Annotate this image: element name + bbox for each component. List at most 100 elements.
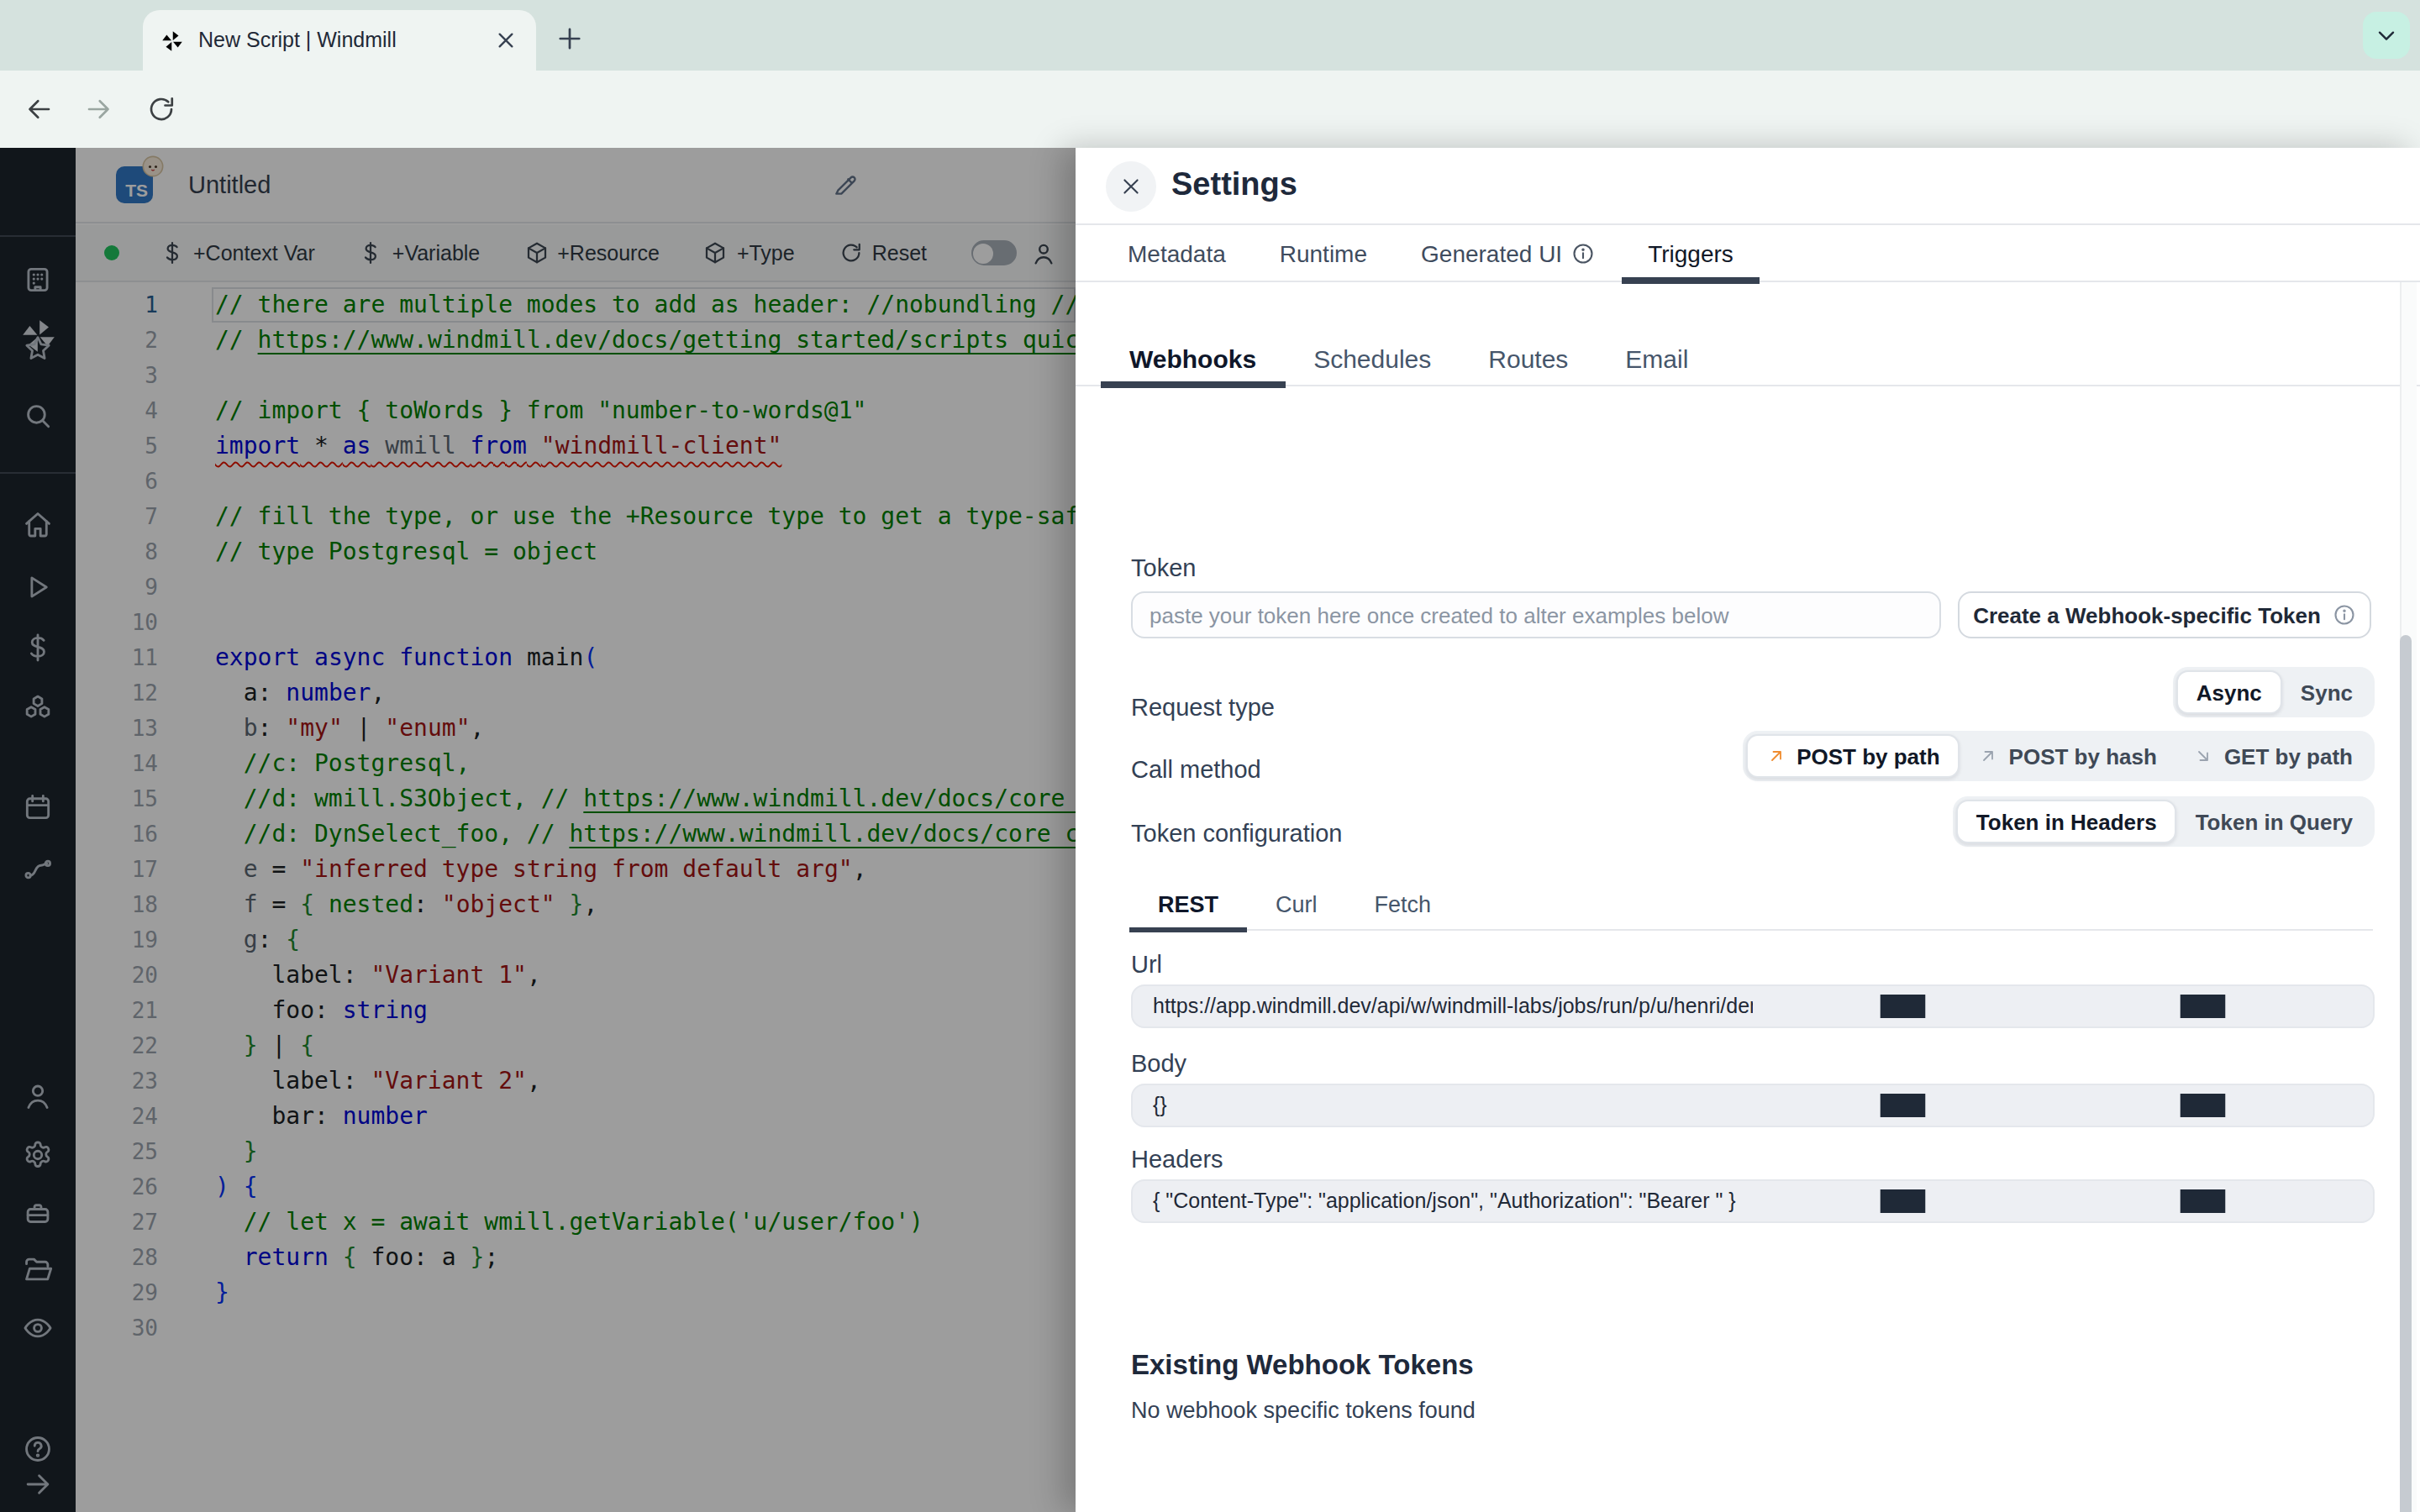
code-line[interactable]: 23 label: "Variant 2", <box>76 1063 1076 1099</box>
line-number: 6 <box>76 464 158 499</box>
code-line[interactable]: 1// there are multiple modes to add as h… <box>76 287 1076 323</box>
sidebar-home-icon[interactable] <box>0 509 76 541</box>
browser-tab[interactable]: New Script | Windmill <box>143 10 536 71</box>
code-line[interactable]: 13 b: "my" | "enum", <box>76 711 1076 746</box>
body-label: Body <box>1131 1050 1186 1077</box>
toolbar-button-reset[interactable]: Reset <box>839 240 927 265</box>
code-line[interactable]: 28 return { foo: a }; <box>76 1240 1076 1275</box>
scrollbar-thumb[interactable] <box>2400 635 2412 1512</box>
code-line[interactable]: 29} <box>76 1275 1076 1310</box>
sidebar-play-icon[interactable] <box>0 571 76 603</box>
option-token-in-query[interactable]: Token in Query <box>2177 800 2371 843</box>
sidebar-calendar-icon[interactable] <box>0 791 76 823</box>
token-input[interactable]: paste your token here once created to al… <box>1131 591 1941 638</box>
ai-toggle[interactable] <box>971 240 1016 265</box>
code-line[interactable]: 14 //c: Postgresql, <box>76 746 1076 781</box>
code-line[interactable]: 22 } | { <box>76 1028 1076 1063</box>
code-line[interactable]: 19 g: { <box>76 922 1076 958</box>
line-number: 13 <box>76 711 158 746</box>
code-line[interactable]: 8// type Postgresql = object <box>76 534 1076 570</box>
code-line[interactable]: 10 <box>76 605 1076 640</box>
script-title[interactable]: Untitled <box>188 171 271 198</box>
sidebar-eye-icon[interactable] <box>0 1312 76 1344</box>
sidebar-arrow-right-icon[interactable] <box>0 1468 76 1500</box>
forward-button[interactable] <box>84 94 114 124</box>
create-webhook-token-button[interactable]: Create a Webhook-specific Token <box>1958 591 2371 638</box>
token-label: Token <box>1131 554 1196 581</box>
trigger-tab-routes[interactable]: Routes <box>1460 329 1597 386</box>
toolbar-button-type[interactable]: +Type <box>703 240 795 265</box>
code-line[interactable]: 16 //d: DynSelect_foo, // https://www.wi… <box>76 816 1076 852</box>
code-line[interactable]: 18 f = { nested: "object" }, <box>76 887 1076 922</box>
sidebar-gear-icon[interactable] <box>0 1139 76 1171</box>
code-line[interactable]: 4// import { toWords } from "number-to-w… <box>76 393 1076 428</box>
code-line[interactable]: 15 //d: wmill.S3Object, // https://www.w… <box>76 781 1076 816</box>
tab-metadata[interactable]: Metadata <box>1101 224 1253 281</box>
edit-title-pencil-icon[interactable] <box>832 171 859 198</box>
body-field[interactable]: {} <box>1131 1084 2375 1127</box>
sidebar-star-icon[interactable] <box>0 333 76 365</box>
copy-icon[interactable] <box>1753 1094 2353 1117</box>
code-line[interactable]: 24 bar: number <box>76 1099 1076 1134</box>
sidebar-question-icon[interactable] <box>0 1433 76 1465</box>
code-line[interactable]: 3 <box>76 358 1076 393</box>
option-async[interactable]: Async <box>2176 670 2282 714</box>
code-line[interactable]: 7// fill the type, or use the +Resource … <box>76 499 1076 534</box>
option-token-in-headers[interactable]: Token in Headers <box>1956 800 2177 843</box>
settings-panel: Settings MetadataRuntimeGenerated UITrig… <box>1076 148 2420 1512</box>
example-tab-fetch[interactable]: Fetch <box>1346 879 1460 931</box>
option-get-by-path[interactable]: GET by path <box>2175 734 2371 778</box>
tab-close-icon[interactable] <box>492 27 519 54</box>
code-line[interactable]: 11export async function main( <box>76 640 1076 675</box>
sidebar-building-icon[interactable] <box>0 264 76 296</box>
toolbar-button-resource[interactable]: +Resource <box>523 240 660 265</box>
code-line[interactable]: 25 } <box>76 1134 1076 1169</box>
tab-runtime[interactable]: Runtime <box>1253 224 1394 281</box>
sidebar-cubes-icon[interactable] <box>0 692 76 724</box>
toolbar-button-variable[interactable]: +Variable <box>359 240 480 265</box>
code-line[interactable]: 27 // let x = await wmill.getVariable('u… <box>76 1205 1076 1240</box>
existing-tokens-title: Existing Webhook Tokens <box>1131 1349 1474 1381</box>
new-tab-button[interactable] <box>555 24 585 54</box>
option-post-by-hash[interactable]: POST by hash <box>1960 734 2175 778</box>
code-line[interactable]: 26) { <box>76 1169 1076 1205</box>
sidebar-robot-icon[interactable] <box>0 1198 76 1230</box>
dollar-icon <box>160 240 185 265</box>
browser-collapse-button[interactable] <box>2363 12 2410 59</box>
example-tab-rest[interactable]: REST <box>1129 879 1247 931</box>
trigger-tab-email[interactable]: Email <box>1597 329 1717 386</box>
tab-generated-ui[interactable]: Generated UI <box>1394 224 1621 281</box>
sidebar-search-icon[interactable] <box>0 400 76 432</box>
line-number: 29 <box>76 1275 158 1310</box>
sidebar-route-icon[interactable] <box>0 853 76 885</box>
option-post-by-path[interactable]: POST by path <box>1746 734 1960 778</box>
code-line[interactable]: 5import * as wmill from "windmill-client… <box>76 428 1076 464</box>
code-line[interactable]: 6 <box>76 464 1076 499</box>
trigger-tab-schedules[interactable]: Schedules <box>1285 329 1460 386</box>
sidebar-person-icon[interactable] <box>0 1080 76 1112</box>
tab-triggers[interactable]: Triggers <box>1621 224 1760 281</box>
code-line[interactable]: 21 foo: string <box>76 993 1076 1028</box>
toolbar-button-contextvar[interactable]: +Context Var <box>160 240 315 265</box>
url-field[interactable]: https://app.windmill.dev/api/w/windmill-… <box>1131 984 2375 1028</box>
code-line[interactable]: 12 a: number, <box>76 675 1076 711</box>
code-editor[interactable]: 1// there are multiple modes to add as h… <box>76 284 1076 1512</box>
code-line[interactable]: 9 <box>76 570 1076 605</box>
option-sync[interactable]: Sync <box>2282 670 2371 714</box>
back-button[interactable] <box>24 94 54 124</box>
code-line[interactable]: 17 e = "inferred type string from defaul… <box>76 852 1076 887</box>
line-number: 5 <box>76 428 158 464</box>
example-tab-curl[interactable]: Curl <box>1247 879 1346 931</box>
close-settings-button[interactable] <box>1106 161 1156 212</box>
trigger-tab-webhooks[interactable]: Webhooks <box>1101 329 1285 386</box>
code-line[interactable]: 30 <box>76 1310 1076 1346</box>
code-line[interactable]: 20 label: "Variant 1", <box>76 958 1076 993</box>
copy-icon[interactable] <box>1753 1189 2353 1213</box>
code-line[interactable]: 2// https://www.windmill.dev/docs/gettin… <box>76 323 1076 358</box>
reload-button[interactable] <box>146 94 176 124</box>
sidebar-folder-icon[interactable] <box>0 1253 76 1285</box>
headers-field[interactable]: { "Content-Type": "application/json", "A… <box>1131 1179 2375 1223</box>
line-number: 27 <box>76 1205 158 1240</box>
sidebar-dollar-icon[interactable] <box>0 632 76 664</box>
copy-icon[interactable] <box>1753 995 2353 1018</box>
